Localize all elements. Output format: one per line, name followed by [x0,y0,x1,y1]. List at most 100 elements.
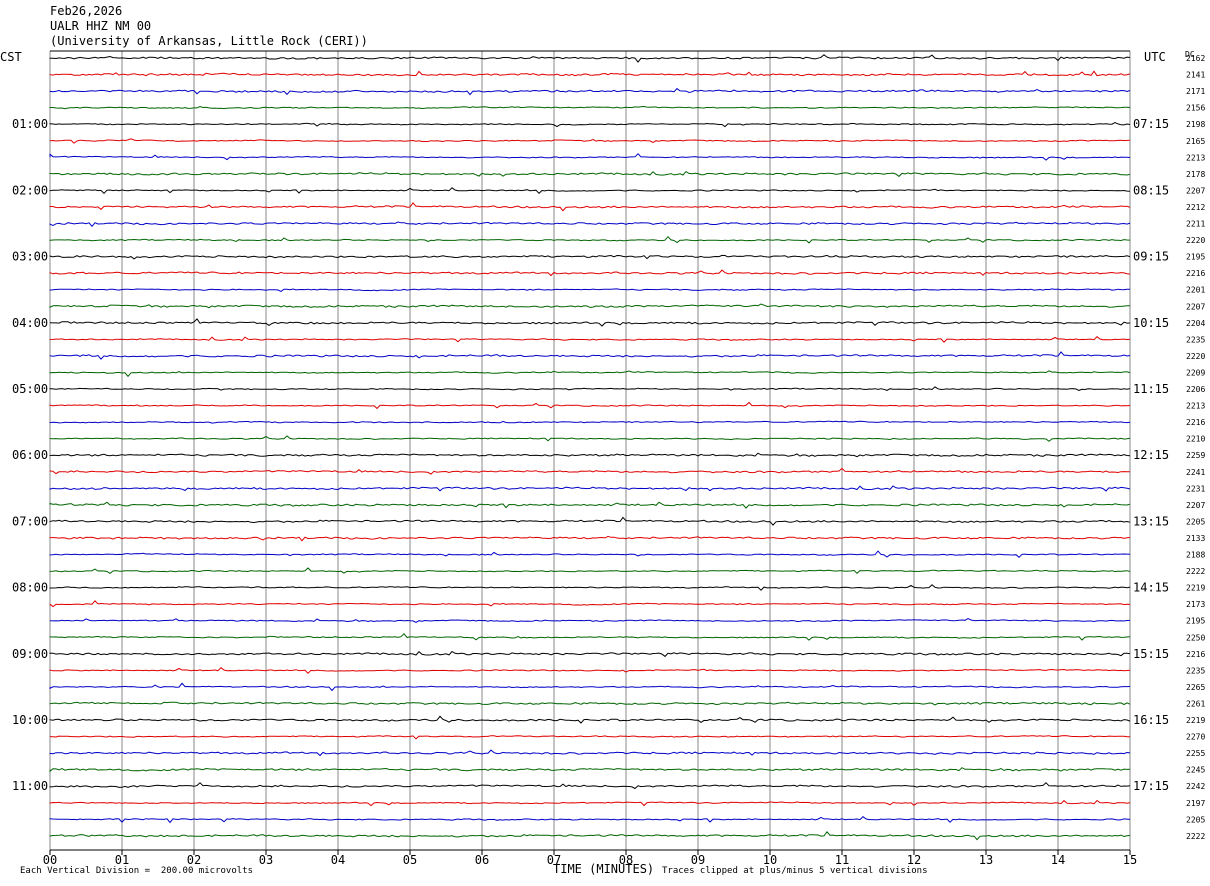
trace-row-18 [49,336,1131,343]
dc-offset-label-14: 2216 [1186,269,1205,278]
right-time-label-9: 15:15 [1133,647,1169,661]
left-time-label-9: 09:00 [12,647,48,661]
x-axis-title: TIME (MINUTES) [553,862,655,876]
dc-offset-label-47: 2205 [1186,815,1205,824]
dc-offset-label-41: 2219 [1186,716,1205,725]
dc-offset-label-43: 2255 [1186,749,1205,758]
dc-offset-label-45: 2242 [1186,782,1205,791]
trace-row-25 [49,452,1131,458]
x-tick-label-13: 13 [979,853,993,867]
dc-offset-label-11: 2211 [1186,220,1205,229]
dc-offset-label-20: 2209 [1186,368,1205,377]
trace-row-45 [49,782,1131,790]
dc-offset-label-27: 2231 [1186,484,1205,493]
trace-row-31 [49,550,1131,558]
dc-column-label: DC [1185,50,1195,59]
dc-offset-label-12: 2220 [1186,236,1205,245]
dc-offset-label-46: 2197 [1186,799,1205,808]
left-time-label-8: 08:00 [12,581,48,595]
trace-row-30 [49,535,1131,542]
trace-row-11 [49,221,1131,228]
x-tick-label-3: 03 [259,853,273,867]
dc-offset-label-6: 2165 [1186,137,1205,146]
dc-offset-label-8: 2178 [1186,170,1205,179]
right-time-label-10: 16:15 [1133,713,1169,727]
dc-offset-label-23: 2216 [1186,418,1205,427]
trace-row-42 [49,735,1131,740]
trace-row-22 [49,401,1131,410]
dc-offset-label-28: 2207 [1186,501,1205,510]
trace-row-3 [49,87,1131,96]
trace-row-9 [49,187,1131,195]
left-time-label-3: 03:00 [12,250,48,264]
trace-row-8 [49,170,1131,178]
left-time-label-5: 05:00 [12,382,48,396]
dc-offset-label-3: 2171 [1186,87,1205,96]
trace-row-24 [49,435,1131,442]
left-time-label-2: 02:00 [12,183,48,197]
x-tick-label-10: 10 [763,853,777,867]
dc-offset-label-32: 2222 [1186,567,1205,576]
dc-offset-label-40: 2261 [1186,699,1205,708]
trace-row-17 [49,318,1131,327]
dc-offset-label-2: 2141 [1186,71,1205,80]
x-tick-label-9: 09 [691,853,705,867]
right-time-label-7: 13:15 [1133,514,1169,528]
clip-note: Traces clipped at plus/minus 5 vertical … [662,866,928,876]
left-time-label-11: 11:00 [12,779,48,793]
trace-row-41 [49,715,1131,724]
dc-offset-label-48: 2222 [1186,832,1205,841]
x-tick-label-5: 05 [403,853,417,867]
dc-offset-label-22: 2213 [1186,402,1205,411]
x-tick-label-12: 12 [907,853,921,867]
trace-row-40 [49,701,1131,706]
left-time-label-10: 10:00 [12,713,48,727]
trace-row-15 [49,288,1130,292]
dc-offset-label-9: 2207 [1186,186,1205,195]
dc-offset-label-19: 2220 [1186,352,1205,361]
trace-row-34 [49,600,1131,608]
trace-row-20 [49,370,1131,378]
dc-offset-label-37: 2216 [1186,650,1205,659]
right-time-label-1: 07:15 [1133,117,1169,131]
dc-offset-label-5: 2198 [1186,120,1205,129]
dc-offset-label-7: 2213 [1186,153,1205,162]
left-time-label-6: 06:00 [12,448,48,462]
dc-offset-label-17: 2204 [1186,319,1205,328]
right-time-label-2: 08:15 [1133,183,1169,197]
trace-row-38 [49,667,1131,675]
seismogram-chart: 2162214121712156219821652213217822072212… [0,50,1205,867]
dc-offset-label-34: 2173 [1186,600,1205,609]
x-tick-label-15: 15 [1123,853,1137,867]
trace-row-2 [49,70,1131,77]
right-time-label-4: 10:15 [1133,316,1169,330]
x-tick-label-2: 02 [187,853,201,867]
x-tick-label-4: 04 [331,853,345,867]
trace-row-4 [49,105,1131,110]
trace-row-37 [49,650,1131,658]
trace-row-6 [49,138,1131,144]
dc-offset-label-35: 2195 [1186,617,1205,626]
trace-row-1 [49,54,1131,63]
x-tick-label-11: 11 [835,853,849,867]
trace-row-32 [49,567,1131,575]
trace-row-12 [49,235,1131,244]
dc-offset-label-38: 2235 [1186,666,1205,675]
trace-row-43 [49,749,1131,757]
dc-offset-label-44: 2245 [1186,766,1205,775]
trace-row-33 [49,584,1131,591]
trace-row-13 [49,254,1131,260]
left-time-label-7: 07:00 [12,514,48,528]
trace-row-23 [49,420,1131,424]
dc-offset-label-29: 2205 [1186,517,1205,526]
trace-row-21 [49,386,1131,391]
left-time-label-1: 01:00 [12,117,48,131]
x-tick-label-6: 06 [475,853,489,867]
dc-offset-label-24: 2210 [1186,435,1205,444]
trace-row-39 [49,682,1131,692]
dc-offset-label-31: 2188 [1186,551,1205,560]
right-time-label-11: 17:15 [1133,779,1169,793]
trace-row-19 [49,351,1131,360]
dc-offset-label-36: 2250 [1186,633,1205,642]
left-time-label-4: 04:00 [12,316,48,330]
